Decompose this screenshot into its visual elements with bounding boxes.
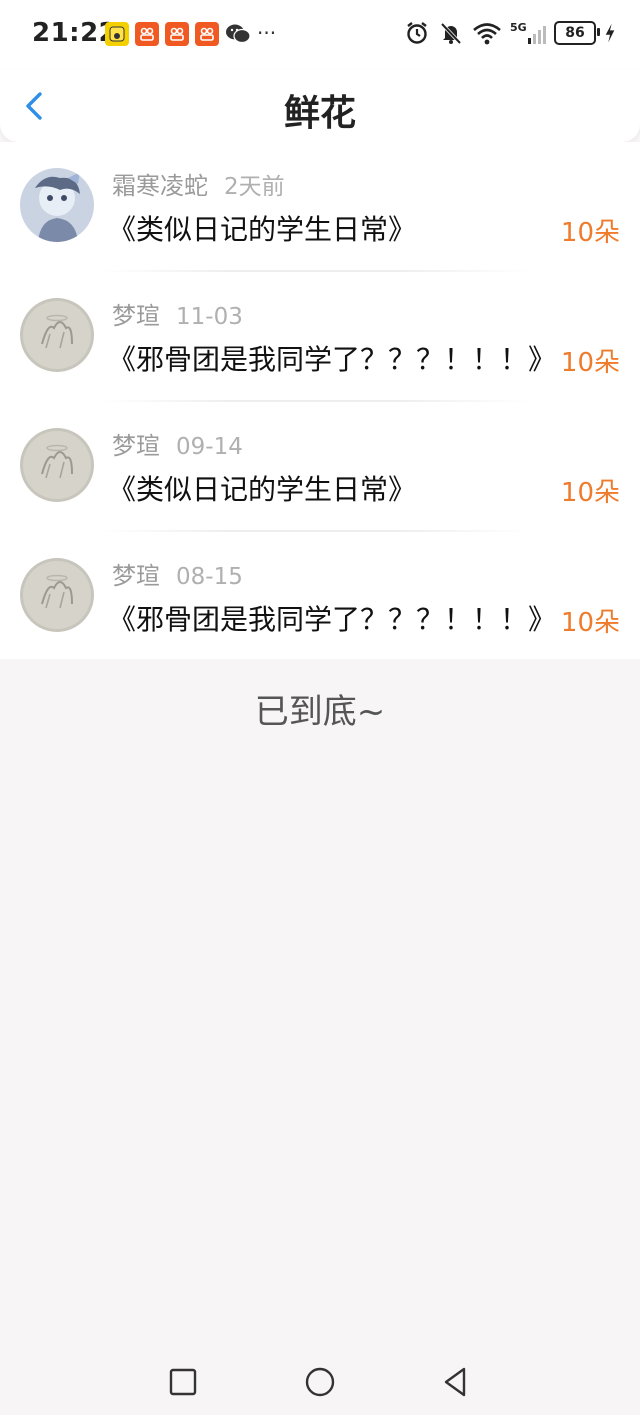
item-amount: 10朵 [560, 608, 620, 638]
home-button[interactable] [303, 1365, 337, 1399]
system-nav-bar [0, 1345, 640, 1415]
item-amount: 10朵 [560, 218, 620, 248]
item-title: 《邪骨团是我同学了？？？！！！》 [108, 603, 557, 636]
item-amount: 10朵 [560, 348, 620, 378]
item-title: 《类似日记的学生日常》 [108, 213, 417, 246]
item-date: 11-03 [176, 304, 243, 330]
notification-icons: ··· [105, 22, 276, 46]
item-user: 梦瑄 08-15 [112, 556, 243, 591]
app-badge-icon [195, 22, 219, 46]
list-item[interactable]: 梦瑄 08-15 《邪骨团是我同学了？？？！！！》 10朵 [0, 532, 640, 662]
item-user: 梦瑄 11-03 [112, 296, 243, 331]
charging-icon [605, 23, 615, 43]
app-badge-icon [105, 22, 129, 46]
item-username: 梦瑄 [112, 302, 160, 330]
nav-header: 鲜花 [0, 70, 640, 142]
more-notifications-icon: ··· [257, 21, 277, 45]
item-user: 梦瑄 09-14 [112, 426, 243, 461]
app-badge-icon [165, 22, 189, 46]
item-title: 《类似日记的学生日常》 [108, 473, 417, 506]
item-username: 霜寒凌蛇 [112, 172, 208, 200]
item-user: 霜寒凌蛇 2天前 [112, 166, 285, 201]
mute-bell-icon [440, 22, 462, 45]
item-date: 08-15 [176, 564, 243, 590]
svg-text:5G: 5G [510, 21, 527, 34]
item-date: 09-14 [176, 434, 243, 460]
item-username: 梦瑄 [112, 432, 160, 460]
item-username: 梦瑄 [112, 562, 160, 590]
end-of-list-text: 已到底~ [254, 692, 386, 732]
system-back-button[interactable] [438, 1365, 472, 1399]
item-title: 《邪骨团是我同学了？？？！！！》 [108, 343, 557, 376]
flower-list: 霜寒凌蛇 2天前 《类似日记的学生日常》 10朵 梦瑄 11-03 《邪骨团是我同学… [0, 142, 640, 659]
list-item[interactable]: 霜寒凌蛇 2天前 《类似日记的学生日常》 10朵 [0, 142, 640, 272]
recent-apps-button[interactable] [166, 1365, 200, 1399]
avatar[interactable] [20, 558, 94, 632]
wifi-icon [473, 23, 501, 45]
signal-5g-icon: 5G [510, 21, 546, 44]
item-date: 2天前 [224, 174, 285, 200]
avatar[interactable] [20, 168, 94, 242]
list-item[interactable]: 梦瑄 11-03 《邪骨团是我同学了？？？！！！》 10朵 [0, 272, 640, 402]
status-bar: 21:22 ··· 5G 86 [0, 0, 640, 70]
alarm-icon [407, 22, 427, 44]
app-badge-icon [135, 22, 159, 46]
avatar[interactable] [20, 428, 94, 502]
list-item[interactable]: 梦瑄 09-14 《类似日记的学生日常》 10朵 [0, 402, 640, 532]
item-amount: 10朵 [560, 478, 620, 508]
system-icons: 5G 86 [404, 20, 616, 46]
screen: 21:22 ··· 5G 86 鲜花 霜寒凌蛇 2天前 《类似日记的学生日常》 … [0, 0, 640, 1415]
avatar[interactable] [20, 298, 94, 372]
battery-indicator: 86 [554, 21, 600, 45]
wechat-icon [225, 22, 251, 46]
page-title: 鲜花 [283, 93, 356, 134]
